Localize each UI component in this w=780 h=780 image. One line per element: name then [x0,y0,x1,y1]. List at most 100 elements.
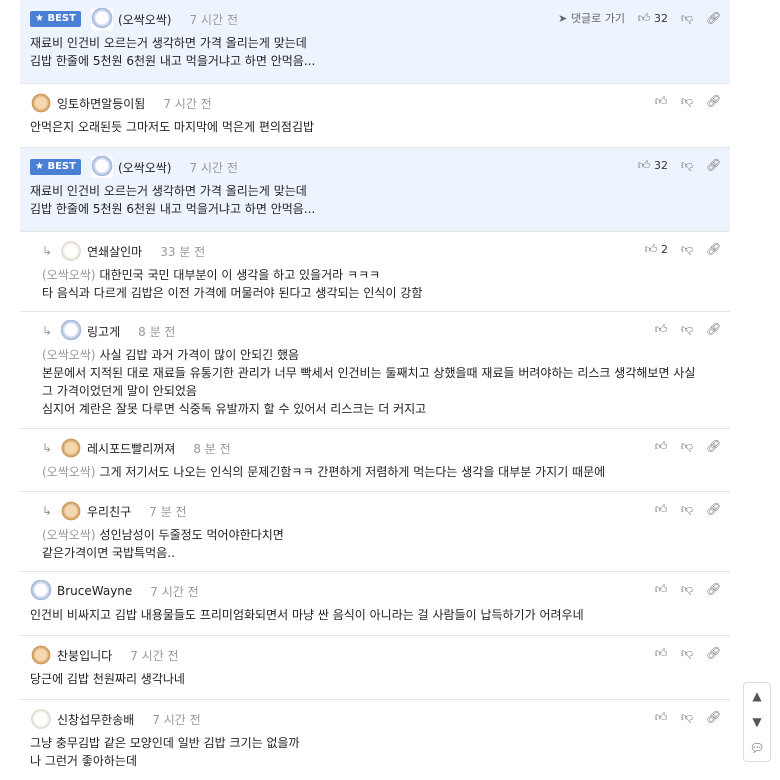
avatar[interactable] [60,320,82,342]
comment-actions: 👍︎ 👎︎ 🔗︎ [654,439,722,453]
comment-line: 본문에서 지적된 대로 재료들 유통기한 관리가 너무 빡세서 인건비는 둘째치… [42,366,696,380]
comment-body: (오싹오싹) 사실 김밥 과거 가격이 많이 안되긴 했음 본문에서 지적된 대로… [42,346,720,418]
comment-item: 신창섭무한송배 7 시간 전 👍︎ 👎︎ 🔗︎ 그냥 충무김밥 같은 모양인데 … [20,700,730,776]
nickname[interactable]: (오싹오싹) [118,159,172,176]
comment-line: (오싹오싹) 대한민국 국민 대부분이 이 생각을 하고 있을거라 ㅋㅋㅋ [42,266,720,284]
link-icon[interactable]: 🔗︎ [706,94,721,108]
best-label: BEST [47,13,76,24]
comment-line: 재료비 인건비 오르는거 생각하면 가격 올리는게 맞는데 [30,36,307,50]
comment-item: 찬붕입니다 7 시간 전 👍︎ 👎︎ 🔗︎ 당근에 김밥 천원짜리 생각나네 [20,636,730,700]
avatar[interactable] [60,437,82,459]
thumbs-down-icon[interactable]: 👎︎ [680,439,694,453]
comment-actions: 👍︎ 👎︎ 🔗︎ [654,710,722,724]
goto-reply-button[interactable]: ➤ 댓글로 가기 [558,10,625,26]
avatar[interactable] [90,8,113,30]
nickname[interactable]: 우리친구 [87,503,131,520]
thumbs-down-icon[interactable]: 👎︎ [680,322,694,336]
thumbs-up-icon[interactable]: 👍︎ [654,322,668,336]
timestamp: 7 시간 전 [152,712,201,727]
comment-icon[interactable]: 💬︎ [744,735,770,761]
thumbs-down-icon[interactable]: 👎︎ [680,242,694,256]
nickname[interactable]: (오싹오싹) [118,11,172,28]
like-count: 32 [654,159,668,172]
thumbs-down-icon[interactable]: 👎︎ [680,11,694,25]
comment-meta: ★ BEST (오싹오싹) 7 시간 전 [30,156,720,178]
reply-arrow-icon: ↳ [42,441,53,455]
comment-meta: ↳ 우리친구 7 분 전 [42,500,720,522]
comment-line: (오싹오싹) 성인남성이 두줄정도 먹어야한다치면 [42,526,720,544]
mention[interactable]: (오싹오싹) [42,465,96,479]
thumbs-up-icon[interactable]: 👍︎ [654,502,668,516]
timestamp: 8 분 전 [138,324,176,339]
comment-item: 잉토하면알등이됨 7 시간 전 👍︎ 👎︎ 🔗︎ 안먹은지 오래된듯 그마저도 … [20,84,730,148]
nickname[interactable]: 잉토하면알등이됨 [57,95,145,112]
mention[interactable]: (오싹오싹) [42,348,96,362]
nickname[interactable]: 찬붕입니다 [57,647,112,664]
thumbs-down-icon[interactable]: 👎︎ [680,582,694,596]
thumbs-up-icon[interactable]: 👍︎ [654,582,668,596]
timestamp: 7 시간 전 [163,96,212,111]
best-badge: ★ BEST [30,159,81,175]
comment-actions: 👍︎ 👎︎ 🔗︎ [654,646,722,660]
thumbs-up-icon: 👍︎ [637,158,651,172]
link-icon[interactable]: 🔗︎ [706,646,721,660]
mention[interactable]: (오싹오싹) [42,268,96,282]
timestamp: 7 시간 전 [189,12,238,27]
avatar[interactable] [90,156,113,178]
timestamp: 7 시간 전 [189,160,238,175]
comment-body: 당근에 김밥 천원짜리 생각나네 [30,670,720,688]
avatar[interactable] [30,708,52,730]
nickname[interactable]: BruceWayne [57,584,132,598]
comment-line: 안먹은지 오래된듯 그마저도 마지막에 먹은게 편의점김밥 [30,120,315,134]
thumbs-up-icon[interactable]: 👍︎ [654,646,668,660]
avatar[interactable] [30,580,52,602]
thumbs-down-icon[interactable]: 👎︎ [680,158,694,172]
comment-item: BruceWayne 7 시간 전 👍︎ 👎︎ 🔗︎ 인건비 비싸지고 김밥 내… [20,572,730,636]
comment-text: 성인남성이 두줄정도 먹어야한다치면 [99,528,284,542]
comment-line: 그 가격이었던게 말이 안되었음 [42,384,197,398]
comment-line: 당근에 김밥 천원짜리 생각나네 [30,672,185,686]
comment-line: 재료비 인건비 오르는거 생각하면 가격 올리는게 맞는데 [30,184,307,198]
like-button[interactable]: 👍︎ 2 [644,242,668,256]
nickname[interactable]: 레시포드빨리꺼져 [87,440,175,457]
like-button[interactable]: 👍︎ 32 [637,158,668,172]
comment-text: 사실 김밥 과거 가격이 많이 안되긴 했음 [99,348,300,362]
thumbs-up-icon[interactable]: 👍︎ [654,710,668,724]
thumbs-up-icon[interactable]: 👍︎ [654,94,668,108]
link-icon[interactable]: 🔗︎ [706,582,721,596]
nickname[interactable]: 링고게 [87,323,120,340]
comment-meta: ↳ 링고게 8 분 전 [42,320,720,342]
avatar[interactable] [60,240,82,262]
link-icon[interactable]: 🔗︎ [706,158,721,172]
timestamp: 7 시간 전 [150,584,199,599]
link-icon[interactable]: 🔗︎ [706,322,721,336]
reply-arrow-icon: ↳ [42,244,53,258]
goto-reply-label: 댓글로 가기 [570,12,625,25]
comment-meta: ↳ 레시포드빨리꺼져 8 분 전 [42,437,720,459]
avatar[interactable] [30,644,52,666]
thumbs-down-icon[interactable]: 👎︎ [680,646,694,660]
nickname[interactable]: 신창섭무한송배 [57,711,134,728]
thumbs-down-icon[interactable]: 👎︎ [680,502,694,516]
scroll-down-icon[interactable]: ▼ [744,709,770,735]
link-icon[interactable]: 🔗︎ [706,710,721,724]
comment-body: (오싹오싹) 그게 저기서도 나오는 인식의 문제긴함ㅋㅋ 간편하게 저렴하게 먹… [42,463,720,481]
comment-body: 안먹은지 오래된듯 그마저도 마지막에 먹은게 편의점김밥 [30,118,720,136]
avatar[interactable] [30,92,52,114]
link-icon[interactable]: 🔗︎ [706,11,721,25]
comment-line: (오싹오싹) 사실 김밥 과거 가격이 많이 안되긴 했음 [42,346,720,364]
like-button[interactable]: 👍︎ 32 [637,11,668,25]
link-icon[interactable]: 🔗︎ [706,242,721,256]
scroll-up-icon[interactable]: ▲ [744,683,770,709]
thumbs-down-icon[interactable]: 👎︎ [680,94,694,108]
comment-actions: 👍︎ 👎︎ 🔗︎ [654,582,722,596]
thumbs-down-icon[interactable]: 👎︎ [680,710,694,724]
nickname[interactable]: 연쇄살인마 [87,243,142,260]
comment-line: 타 음식과 다르게 김밥은 이전 가격에 머물러야 된다고 생각되는 인식이 강… [42,286,423,300]
link-icon[interactable]: 🔗︎ [706,439,721,453]
comment-line: 그냥 충무김밥 같은 모양인데 일반 김밥 크기는 없을까 [30,736,300,750]
link-icon[interactable]: 🔗︎ [706,502,721,516]
mention[interactable]: (오싹오싹) [42,528,96,542]
avatar[interactable] [60,500,82,522]
thumbs-up-icon[interactable]: 👍︎ [654,439,668,453]
